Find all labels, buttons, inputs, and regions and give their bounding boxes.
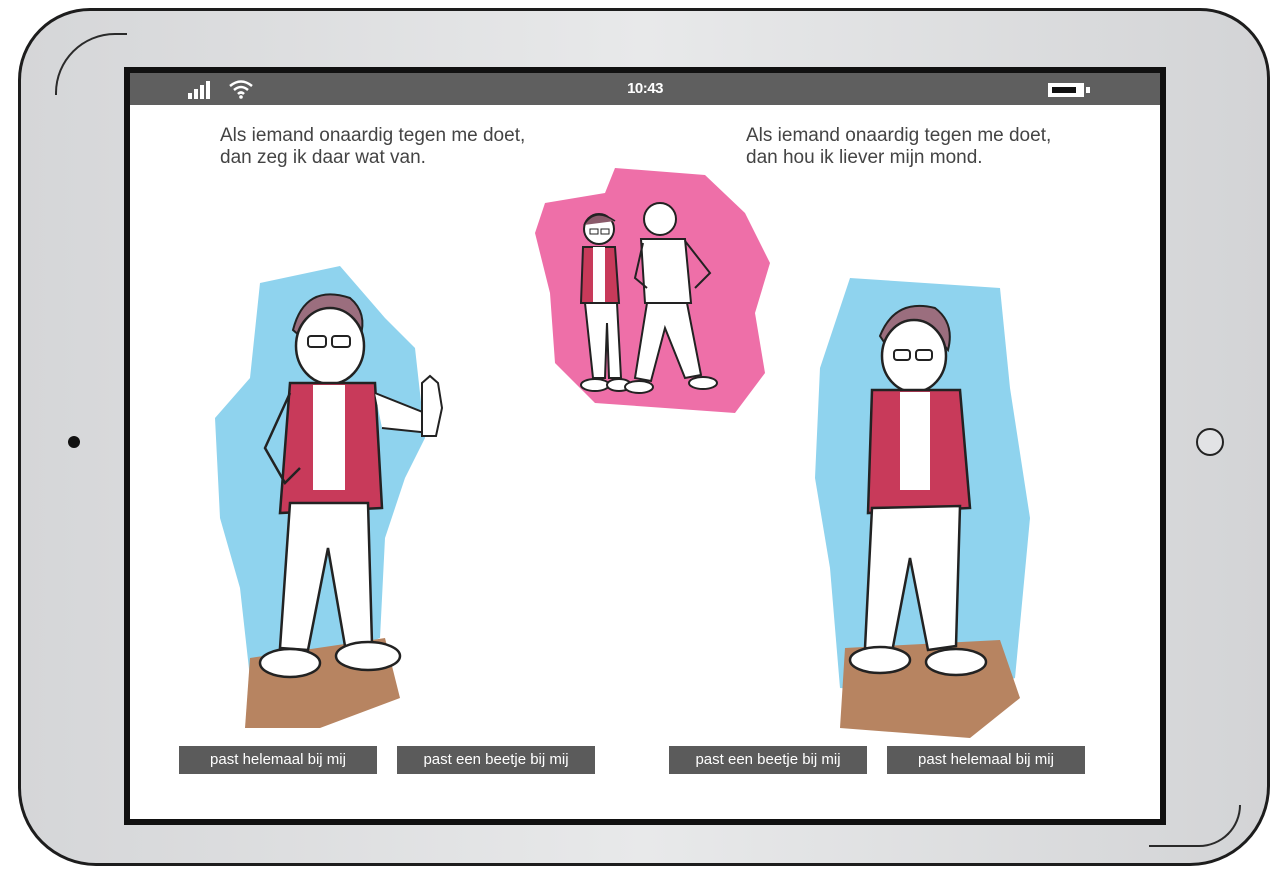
battery-icon: [1048, 83, 1084, 97]
battery-nub: [1086, 87, 1090, 93]
scene-illustration: [535, 168, 770, 413]
clock-time: 10:43: [627, 80, 663, 97]
device-edge-highlight: [55, 33, 127, 95]
statement-right-line2: dan hou ik liever mijn mond.: [746, 147, 983, 168]
home-button-icon[interactable]: [1196, 428, 1224, 456]
left-answer-fully-fits-button[interactable]: past helemaal bij mij: [179, 746, 377, 774]
status-bar: 10:43: [130, 73, 1160, 105]
assertive-boy-illustration: [215, 266, 444, 728]
right-answer-fully-fits-button[interactable]: past helemaal bij mij: [887, 746, 1085, 774]
statement-left: Als iemand onaardig tegen me doet, dan z…: [220, 125, 580, 169]
statement-right: Als iemand onaardig tegen me doet, dan h…: [746, 125, 1106, 169]
statement-left-line2: dan zeg ik daar wat van.: [220, 147, 426, 168]
statement-left-line1: Als iemand onaardig tegen me doet,: [220, 125, 526, 146]
right-answer-somewhat-fits-button[interactable]: past een beetje bij mij: [669, 746, 867, 774]
statement-right-line1: Als iemand onaardig tegen me doet,: [746, 125, 1052, 146]
shy-boy-illustration: [815, 278, 1030, 738]
screen: 10:43 Als iemand onaardig tegen me doet,…: [124, 67, 1166, 825]
camera-icon: [68, 436, 80, 448]
left-answer-somewhat-fits-button[interactable]: past een beetje bij mij: [397, 746, 595, 774]
